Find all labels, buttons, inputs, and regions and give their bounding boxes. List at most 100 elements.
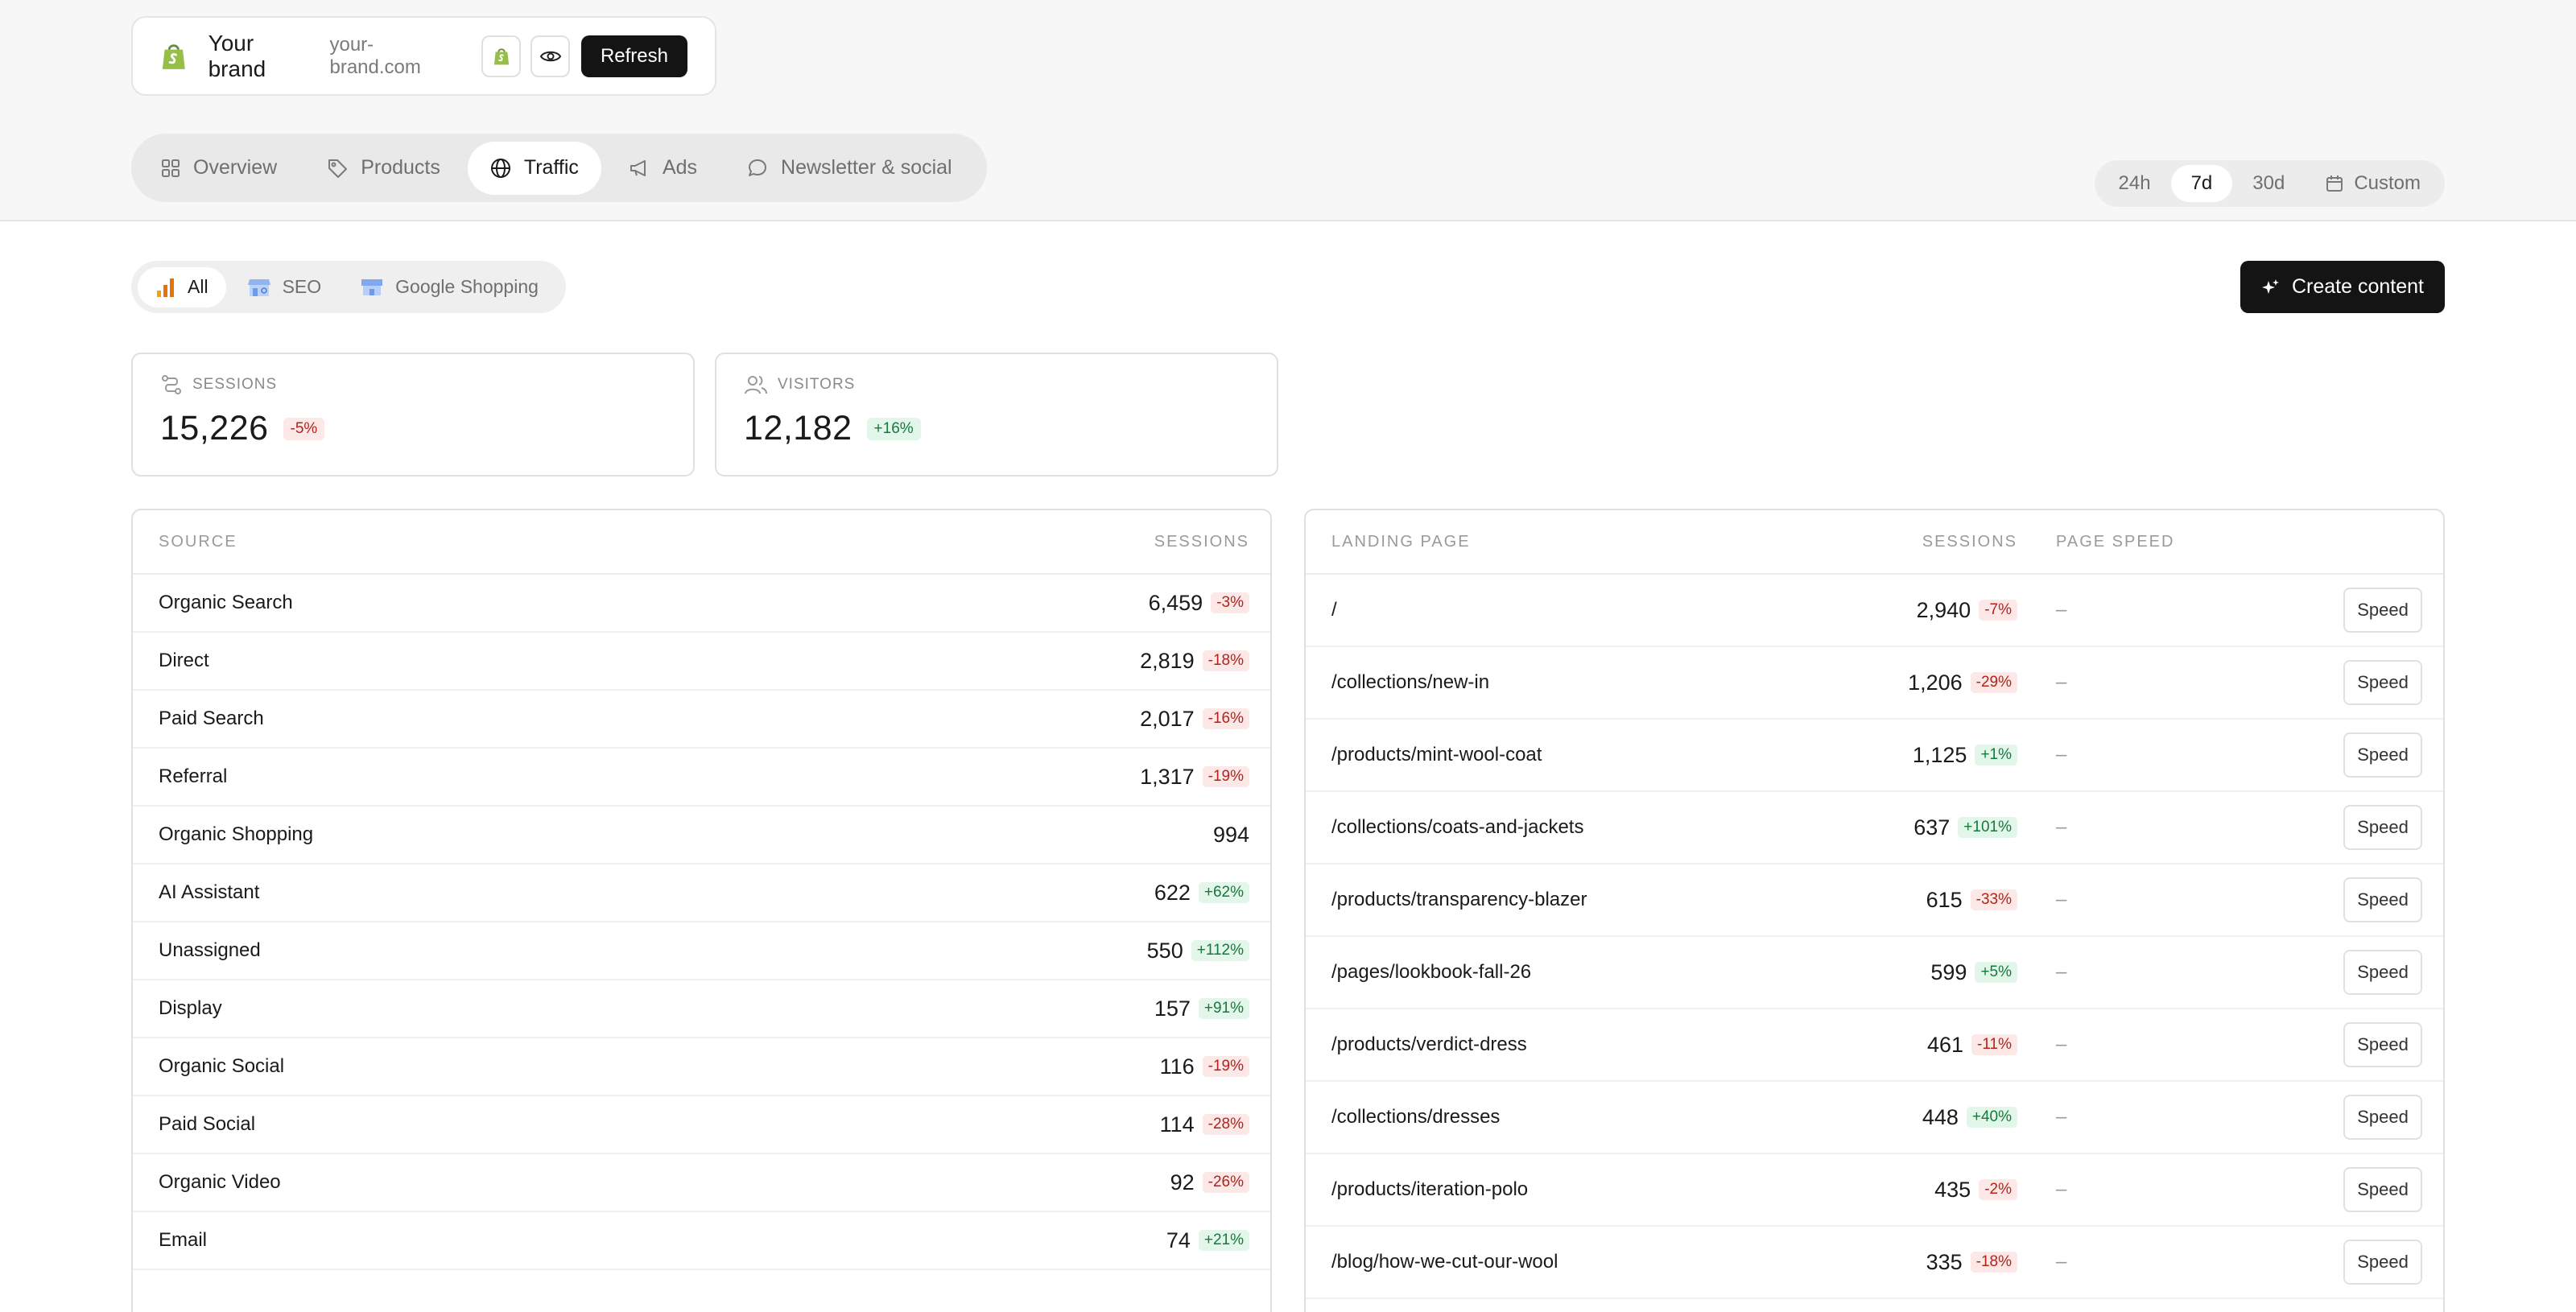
landing-page-path[interactable]: /products/verdict-dress [1331,1034,1895,1056]
channel-all[interactable]: All [138,266,226,307]
landing-page-path[interactable]: /products/transparency-blazer [1331,889,1895,911]
channel-seo[interactable]: SEO [229,267,340,307]
range-7d[interactable]: 7d [2170,165,2233,202]
table-row[interactable]: Referral 1,317 -19% [133,749,1270,807]
speed-button[interactable]: Speed [2343,1095,2422,1140]
speed-button[interactable]: Speed [2343,1240,2422,1285]
date-range-tabs: 24h 7d 30d Custom [2094,160,2445,207]
table-row[interactable]: /products/iteration-polo 435 -2% – Speed [1306,1154,2443,1227]
table-row[interactable]: Display 157 +91% [133,980,1270,1038]
channel-google-shopping[interactable]: Google Shopping [342,267,556,307]
table-row[interactable]: Paid Search 2,017 -16% [133,691,1270,749]
speed-button[interactable]: Speed [2343,660,2422,705]
sessions-cell: 92 -26% [1170,1170,1249,1195]
create-content-button[interactable]: Create content [2240,261,2445,313]
tab-products[interactable]: Products [304,142,463,195]
change-badge: +1% [1975,745,2017,765]
speed-button[interactable]: Speed [2343,805,2422,850]
sessions-cell: 335 -18% [1895,1250,2017,1275]
visitors-stat-card: VISITORS 12,182 +16% [715,353,1278,477]
sessions-cell: 622 +62% [1154,881,1249,906]
source-name: AI Assistant [159,881,260,903]
landing-page-path[interactable]: /products/iteration-polo [1331,1178,1895,1201]
tab-overview[interactable]: Overview [138,142,299,195]
sessions-value: 1,125 [1912,742,1967,767]
globe-icon [490,158,510,178]
table-row[interactable]: /pages/lookbook-fall-26 599 +5% – Speed [1306,937,2443,1009]
landing-page-path[interactable]: /collections/dresses [1331,1106,1895,1128]
preview-button[interactable] [530,35,570,77]
shopify-bag-icon [162,43,185,69]
table-row[interactable]: /collections/new-in 1,206 -29% – Speed [1306,647,2443,720]
sessions-cell: 6,459 -3% [1149,591,1249,616]
table-row[interactable]: Organic Shopping 994 [133,807,1270,864]
sessions-value: 2,017 [1140,706,1195,731]
sessions-value: 116 [1159,1054,1195,1079]
storefront-icon [361,278,383,295]
speed-button[interactable]: Speed [2343,950,2422,995]
sessions-value: 74 [1166,1227,1191,1252]
change-badge: -19% [1202,766,1249,787]
table-row[interactable]: /collections/coats-and-jackets 637 +101% – S… [1306,792,2443,864]
change-badge: +5% [1975,962,2017,983]
table-row[interactable]: /products/verdict-dress 461 -11% – Speed [1306,1009,2443,1082]
range-custom[interactable]: Custom [2305,165,2441,202]
table-row[interactable]: /products/mint-wool-coat 1,125 +1% – Speed [1306,720,2443,792]
source-name: Display [159,997,222,1019]
speed-button[interactable]: Speed [2343,732,2422,778]
sessions-cell: 435 -2% [1895,1178,2017,1203]
sessions-value: 157 [1154,996,1191,1021]
route-icon [162,375,181,394]
change-badge: -18% [1202,650,1249,671]
table-row[interactable]: /collections/dresses 448 +40% – Speed [1306,1082,2443,1154]
sparkle-icon [2262,278,2279,294]
landing-page-path[interactable]: /pages/lookbook-fall-26 [1331,961,1895,984]
tab-newsletter-social[interactable]: Newsletter & social [724,142,975,195]
change-badge: -3% [1211,592,1249,613]
landing-page-path[interactable]: /collections/new-in [1331,671,1895,694]
table-row[interactable]: /blog/how-we-cut-our-wool 335 -18% – Speed [1306,1227,2443,1299]
tab-label: Traffic [523,156,579,179]
refresh-button[interactable]: Refresh [580,35,687,77]
table-row[interactable]: Paid Social 114 -28% [133,1096,1270,1154]
speed-button[interactable]: Speed [2343,1167,2422,1212]
table-row[interactable]: AI Assistant 622 +62% [133,864,1270,922]
range-24h[interactable]: 24h [2099,165,2171,202]
table-row[interactable]: Organic Video 92 -26% [133,1154,1270,1212]
chat-bubble-icon [749,159,767,176]
brand-url[interactable]: your-brand.com [329,34,456,79]
range-30d[interactable]: 30d [2232,165,2305,202]
landing-page-path[interactable]: /collections/coats-and-jackets [1331,816,1895,839]
speed-button[interactable]: Speed [2343,877,2422,922]
tab-ads[interactable]: Ads [606,142,720,195]
table-row[interactable]: Unassigned 550 +112% [133,922,1270,980]
landing-page-path[interactable]: /products/mint-wool-coat [1331,744,1895,766]
speed-button[interactable]: Speed [2343,588,2422,633]
sessions-column-header: SESSIONS [1154,532,1249,551]
change-badge: -33% [1970,889,2017,910]
table-row[interactable]: Organic Social 116 -19% [133,1038,1270,1096]
tab-traffic[interactable]: Traffic [467,141,601,195]
sessions-cell: 461 -11% [1895,1033,2017,1058]
channel-label: All [188,276,208,297]
source-name: Organic Search [159,592,293,613]
sessions-label: SESSIONS [192,376,278,393]
page-speed-value: – [2056,744,2067,765]
sessions-value: 461 [1926,1032,1964,1057]
table-row[interactable]: Direct 2,819 -18% [133,633,1270,691]
grid-icon [162,159,180,177]
table-row[interactable]: Email 74 +21% [133,1212,1270,1270]
landing-page-path[interactable]: /blog/how-we-cut-our-wool [1331,1251,1895,1273]
speed-button[interactable]: Speed [2343,1022,2422,1067]
change-badge: +40% [1966,1107,2017,1128]
landing-page-path[interactable]: / [1331,599,1895,621]
channel-filter-tabs: All SEO Google Shopping [131,261,566,313]
page-speed-value: – [2056,961,2067,983]
table-row[interactable]: Organic Search 6,459 -3% [133,575,1270,633]
table-row[interactable]: /products/transparency-blazer 615 -33% – Spe… [1306,864,2443,937]
shopify-link-button[interactable] [481,35,522,77]
sessions-cell: 448 +40% [1895,1105,2017,1130]
table-row[interactable]: / 2,940 -7% – Speed [1306,575,2443,647]
sessions-value: 114 [1159,1112,1195,1137]
sessions-cell: 637 +101% [1895,815,2017,840]
